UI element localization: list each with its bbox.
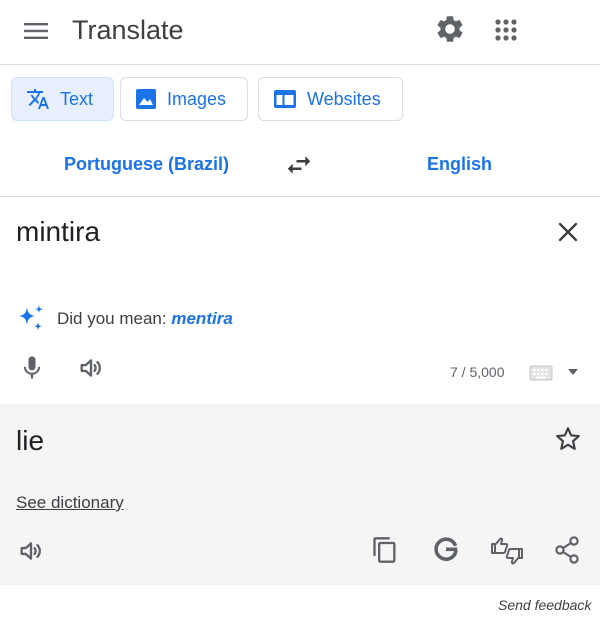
translation-output: lie (16, 425, 45, 456)
microphone-icon[interactable] (18, 354, 46, 382)
tab-websites-label: Websites (307, 88, 381, 109)
translate-icon (26, 87, 50, 111)
sparkle-icon (16, 303, 46, 333)
send-feedback-link[interactable]: Send feedback (498, 596, 591, 614)
speaker-icon[interactable] (17, 537, 45, 565)
google-icon[interactable] (431, 534, 461, 564)
copy-icon[interactable] (371, 536, 399, 564)
star-icon[interactable] (554, 425, 582, 453)
image-icon (135, 88, 157, 110)
app-title: Translate (72, 15, 184, 45)
keyboard-icon[interactable] (528, 364, 556, 382)
website-icon (273, 88, 297, 110)
chevron-down-icon[interactable] (566, 366, 580, 378)
see-dictionary-link[interactable]: See dictionary (16, 492, 124, 514)
target-language-button[interactable]: English (427, 152, 492, 176)
speaker-icon[interactable] (77, 354, 105, 382)
tab-text[interactable]: Text (11, 77, 114, 121)
share-icon[interactable] (553, 535, 581, 565)
did-you-mean-prefix: Did you mean: (57, 309, 167, 328)
rate-translation-icon[interactable] (490, 535, 524, 567)
did-you-mean: Did you mean: mentira (57, 308, 233, 330)
source-text-input[interactable]: mintira (16, 214, 100, 250)
gear-icon[interactable] (434, 13, 466, 45)
close-icon[interactable] (554, 218, 582, 246)
tab-websites[interactable]: Websites (258, 77, 403, 121)
apps-grid-icon[interactable] (490, 14, 522, 46)
character-count: 7 / 5,000 (450, 364, 505, 380)
tab-images[interactable]: Images (120, 77, 248, 121)
suggestion-link[interactable]: mentira (171, 309, 232, 328)
tab-images-label: Images (167, 88, 227, 109)
hamburger-menu-icon[interactable] (22, 17, 50, 45)
divider (0, 196, 600, 197)
swap-arrows-icon[interactable] (284, 150, 314, 180)
tab-text-label: Text (60, 88, 94, 109)
source-language-button[interactable]: Portuguese (Brazil) (64, 152, 229, 176)
